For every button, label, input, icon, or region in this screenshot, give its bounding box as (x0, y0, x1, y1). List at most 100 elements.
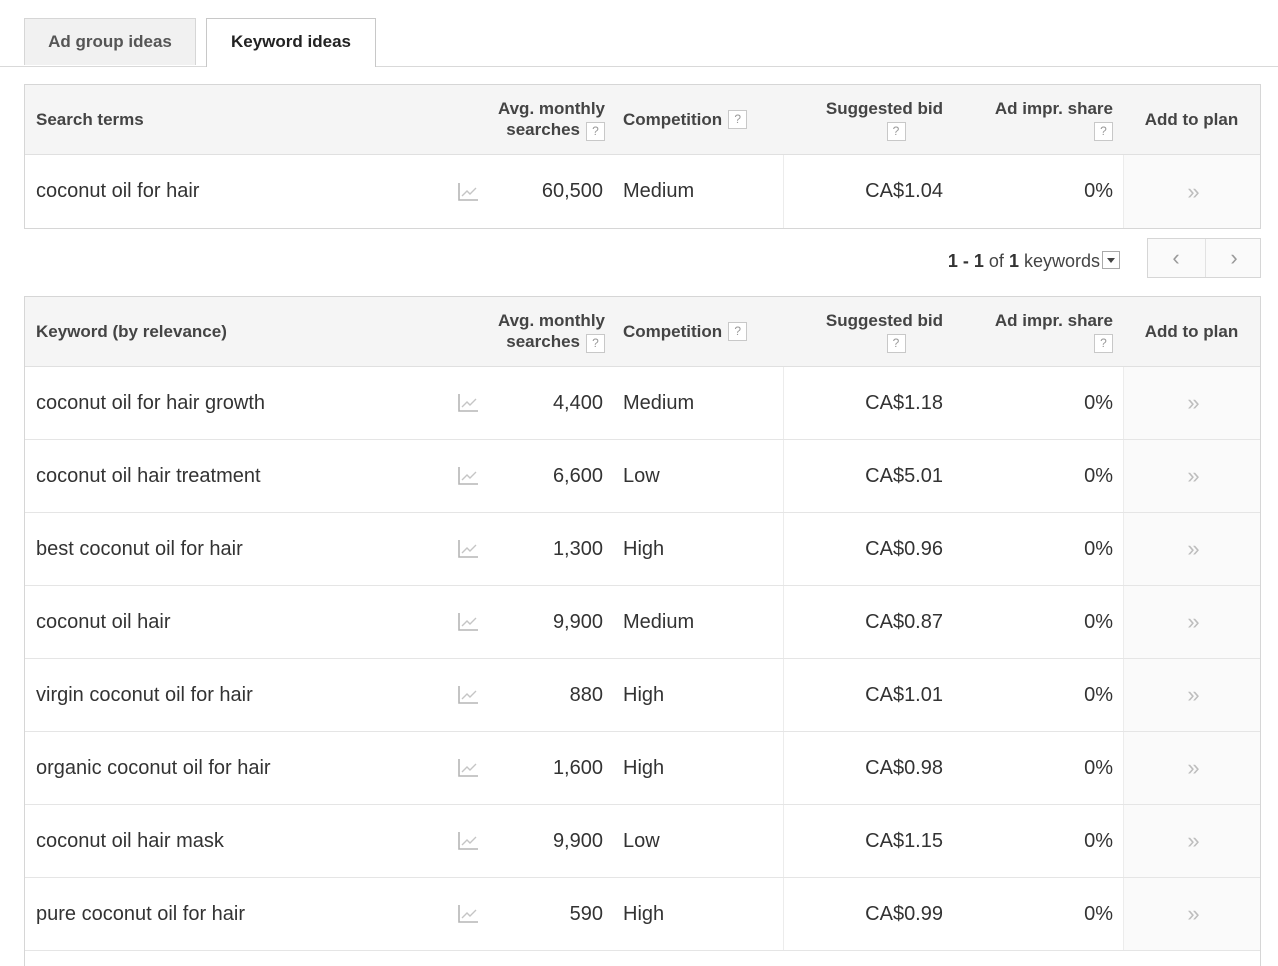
search-terms-table: Search terms Avg. monthly searches? Comp… (24, 84, 1261, 229)
pagination-range: 1 - 1 (947, 251, 984, 271)
double-chevron-right-icon: » (1187, 178, 1199, 204)
avg-monthly-searches: 9,900 (552, 829, 603, 852)
keyword-term: pure coconut oil for hair (36, 902, 246, 925)
keyword-term: organic coconut oil for hair (36, 756, 271, 779)
competition-value: High (623, 756, 665, 779)
trend-chart-icon[interactable] (453, 367, 483, 439)
pagination-summary: 1 - 1 of 1 keywords (900, 248, 1100, 274)
ad-impr-share: 0% (1084, 610, 1113, 633)
ad-impr-share: 0% (1084, 683, 1113, 706)
add-to-plan-button[interactable]: » (1123, 155, 1260, 228)
ad-impr-share: 0% (1084, 829, 1113, 852)
ad-impr-share: 0% (1084, 391, 1113, 414)
rows-per-page-dropdown[interactable] (1102, 251, 1120, 269)
trend-chart-icon[interactable] (453, 155, 483, 228)
column-header-add-to-plan: Add to plan (1144, 110, 1239, 129)
add-to-plan-button[interactable]: » (1123, 586, 1260, 658)
add-to-plan-button[interactable]: » (1123, 440, 1260, 512)
table-row: pure coconut oil for hair 590 High CA$0.… (25, 878, 1260, 951)
double-chevron-right-icon: » (1187, 755, 1199, 780)
table-row: virgin coconut oil for hair 880 High CA$… (25, 659, 1260, 732)
suggested-bid: CA$1.04 (783, 155, 943, 228)
avg-monthly-searches: 1,300 (552, 537, 603, 560)
competition-value: Low (623, 464, 660, 487)
help-icon[interactable]: ? (728, 110, 748, 129)
tab-bar: Ad group ideas Keyword ideas (0, 0, 1278, 67)
add-to-plan-button[interactable]: » (1123, 878, 1260, 950)
avg-monthly-searches: 4,400 (552, 391, 603, 414)
competition-value: Medium (623, 180, 695, 202)
help-icon[interactable]: ? (1094, 333, 1113, 353)
trend-chart-icon[interactable] (453, 805, 483, 877)
add-to-plan-button[interactable]: » (1123, 805, 1260, 877)
help-icon[interactable]: ? (586, 333, 605, 353)
suggested-bid: CA$1.01 (783, 659, 943, 731)
help-icon[interactable]: ? (886, 333, 906, 353)
help-icon[interactable]: ? (586, 121, 605, 141)
column-header-suggested-bid: Suggested bid ? (783, 85, 943, 154)
header-avg-line2: searches (506, 332, 580, 352)
column-header-search-terms: Search terms (36, 110, 144, 129)
trend-chart-icon[interactable] (453, 732, 483, 804)
ad-impr-share: 0% (1084, 464, 1113, 487)
header-share-label: Ad impr. share (994, 99, 1113, 119)
avg-monthly-searches: 6,600 (552, 464, 603, 487)
next-page-button[interactable]: › (1205, 239, 1262, 277)
trend-chart-icon[interactable] (453, 440, 483, 512)
double-chevron-right-icon: » (1187, 609, 1199, 634)
header-avg-line2: searches (506, 120, 580, 140)
avg-monthly-searches: 590 (569, 902, 603, 925)
competition-value: High (623, 902, 665, 925)
trend-chart-icon[interactable] (453, 878, 483, 950)
table-row: coconut oil for hair growth 4,400 Medium… (25, 367, 1260, 440)
avg-monthly-searches: 1,600 (552, 756, 603, 779)
keyword-term: coconut oil hair treatment (36, 464, 261, 487)
pagination-total: 1 (1008, 251, 1019, 271)
trend-chart-icon[interactable] (453, 659, 483, 731)
table-row: coconut oil hair treatment 6,600 Low CA$… (25, 440, 1260, 513)
trend-chart-icon[interactable] (453, 513, 483, 585)
keyword-ideas-table: Keyword (by relevance) Avg. monthly sear… (24, 296, 1261, 966)
competition-value: Low (623, 829, 660, 852)
suggested-bid: CA$0.87 (783, 586, 943, 658)
previous-page-button[interactable]: ‹ (1148, 239, 1204, 277)
tab-ad-group-ideas[interactable]: Ad group ideas (24, 18, 196, 65)
keyword-term: coconut oil for hair growth (36, 391, 266, 414)
suggested-bid: CA$0.99 (783, 878, 943, 950)
double-chevron-right-icon: » (1187, 901, 1199, 926)
header-share-label: Ad impr. share (994, 311, 1113, 331)
table-row: coconut oil for hair 60,500 Medium CA$1.… (25, 155, 1260, 228)
keyword-term: best coconut oil for hair (36, 537, 243, 560)
table-row: best coconut oil for hair 1,300 High CA$… (25, 513, 1260, 586)
keyword-term: coconut oil hair mask (36, 829, 224, 852)
header-bid-label: Suggested bid (825, 99, 943, 119)
add-to-plan-button[interactable]: » (1123, 732, 1260, 804)
help-icon[interactable]: ? (728, 322, 748, 341)
column-header-avg-monthly-searches: Avg. monthly searches? (465, 85, 605, 154)
column-header-keyword[interactable]: Keyword (by relevance) (36, 297, 456, 366)
table-row: organic coconut oil for hair 1,600 High … (25, 732, 1260, 805)
competition-value: Medium (623, 610, 695, 633)
help-icon[interactable]: ? (1094, 121, 1113, 141)
add-to-plan-button[interactable]: » (1123, 659, 1260, 731)
avg-monthly-searches: 9,900 (552, 610, 603, 633)
tab-keyword-ideas[interactable]: Keyword ideas (206, 18, 376, 67)
keyword-term: coconut oil hair (36, 610, 171, 633)
keyword-term: virgin coconut oil for hair (36, 683, 253, 706)
table-row: coconut oil hair 9,900 Medium CA$0.87 0%… (25, 586, 1260, 659)
table-header-row: Search terms Avg. monthly searches? Comp… (25, 85, 1260, 155)
header-avg-line1: Avg. monthly (497, 311, 605, 331)
add-to-plan-button[interactable]: » (1123, 513, 1260, 585)
help-icon[interactable]: ? (886, 121, 906, 141)
suggested-bid: CA$1.15 (783, 805, 943, 877)
double-chevron-right-icon: » (1187, 536, 1199, 561)
pagination-controls: ‹ › (1147, 238, 1261, 278)
header-competition-label: Competition (623, 322, 723, 341)
add-to-plan-button[interactable]: » (1123, 367, 1260, 439)
column-header-ad-impr-share: Ad impr. share ? (953, 85, 1113, 154)
keyword-term: coconut oil for hair (36, 180, 200, 202)
column-header-avg-monthly-searches: Avg. monthly searches? (465, 297, 605, 366)
competition-value: Medium (623, 391, 695, 414)
trend-chart-icon[interactable] (453, 586, 483, 658)
suggested-bid: CA$5.01 (783, 440, 943, 512)
